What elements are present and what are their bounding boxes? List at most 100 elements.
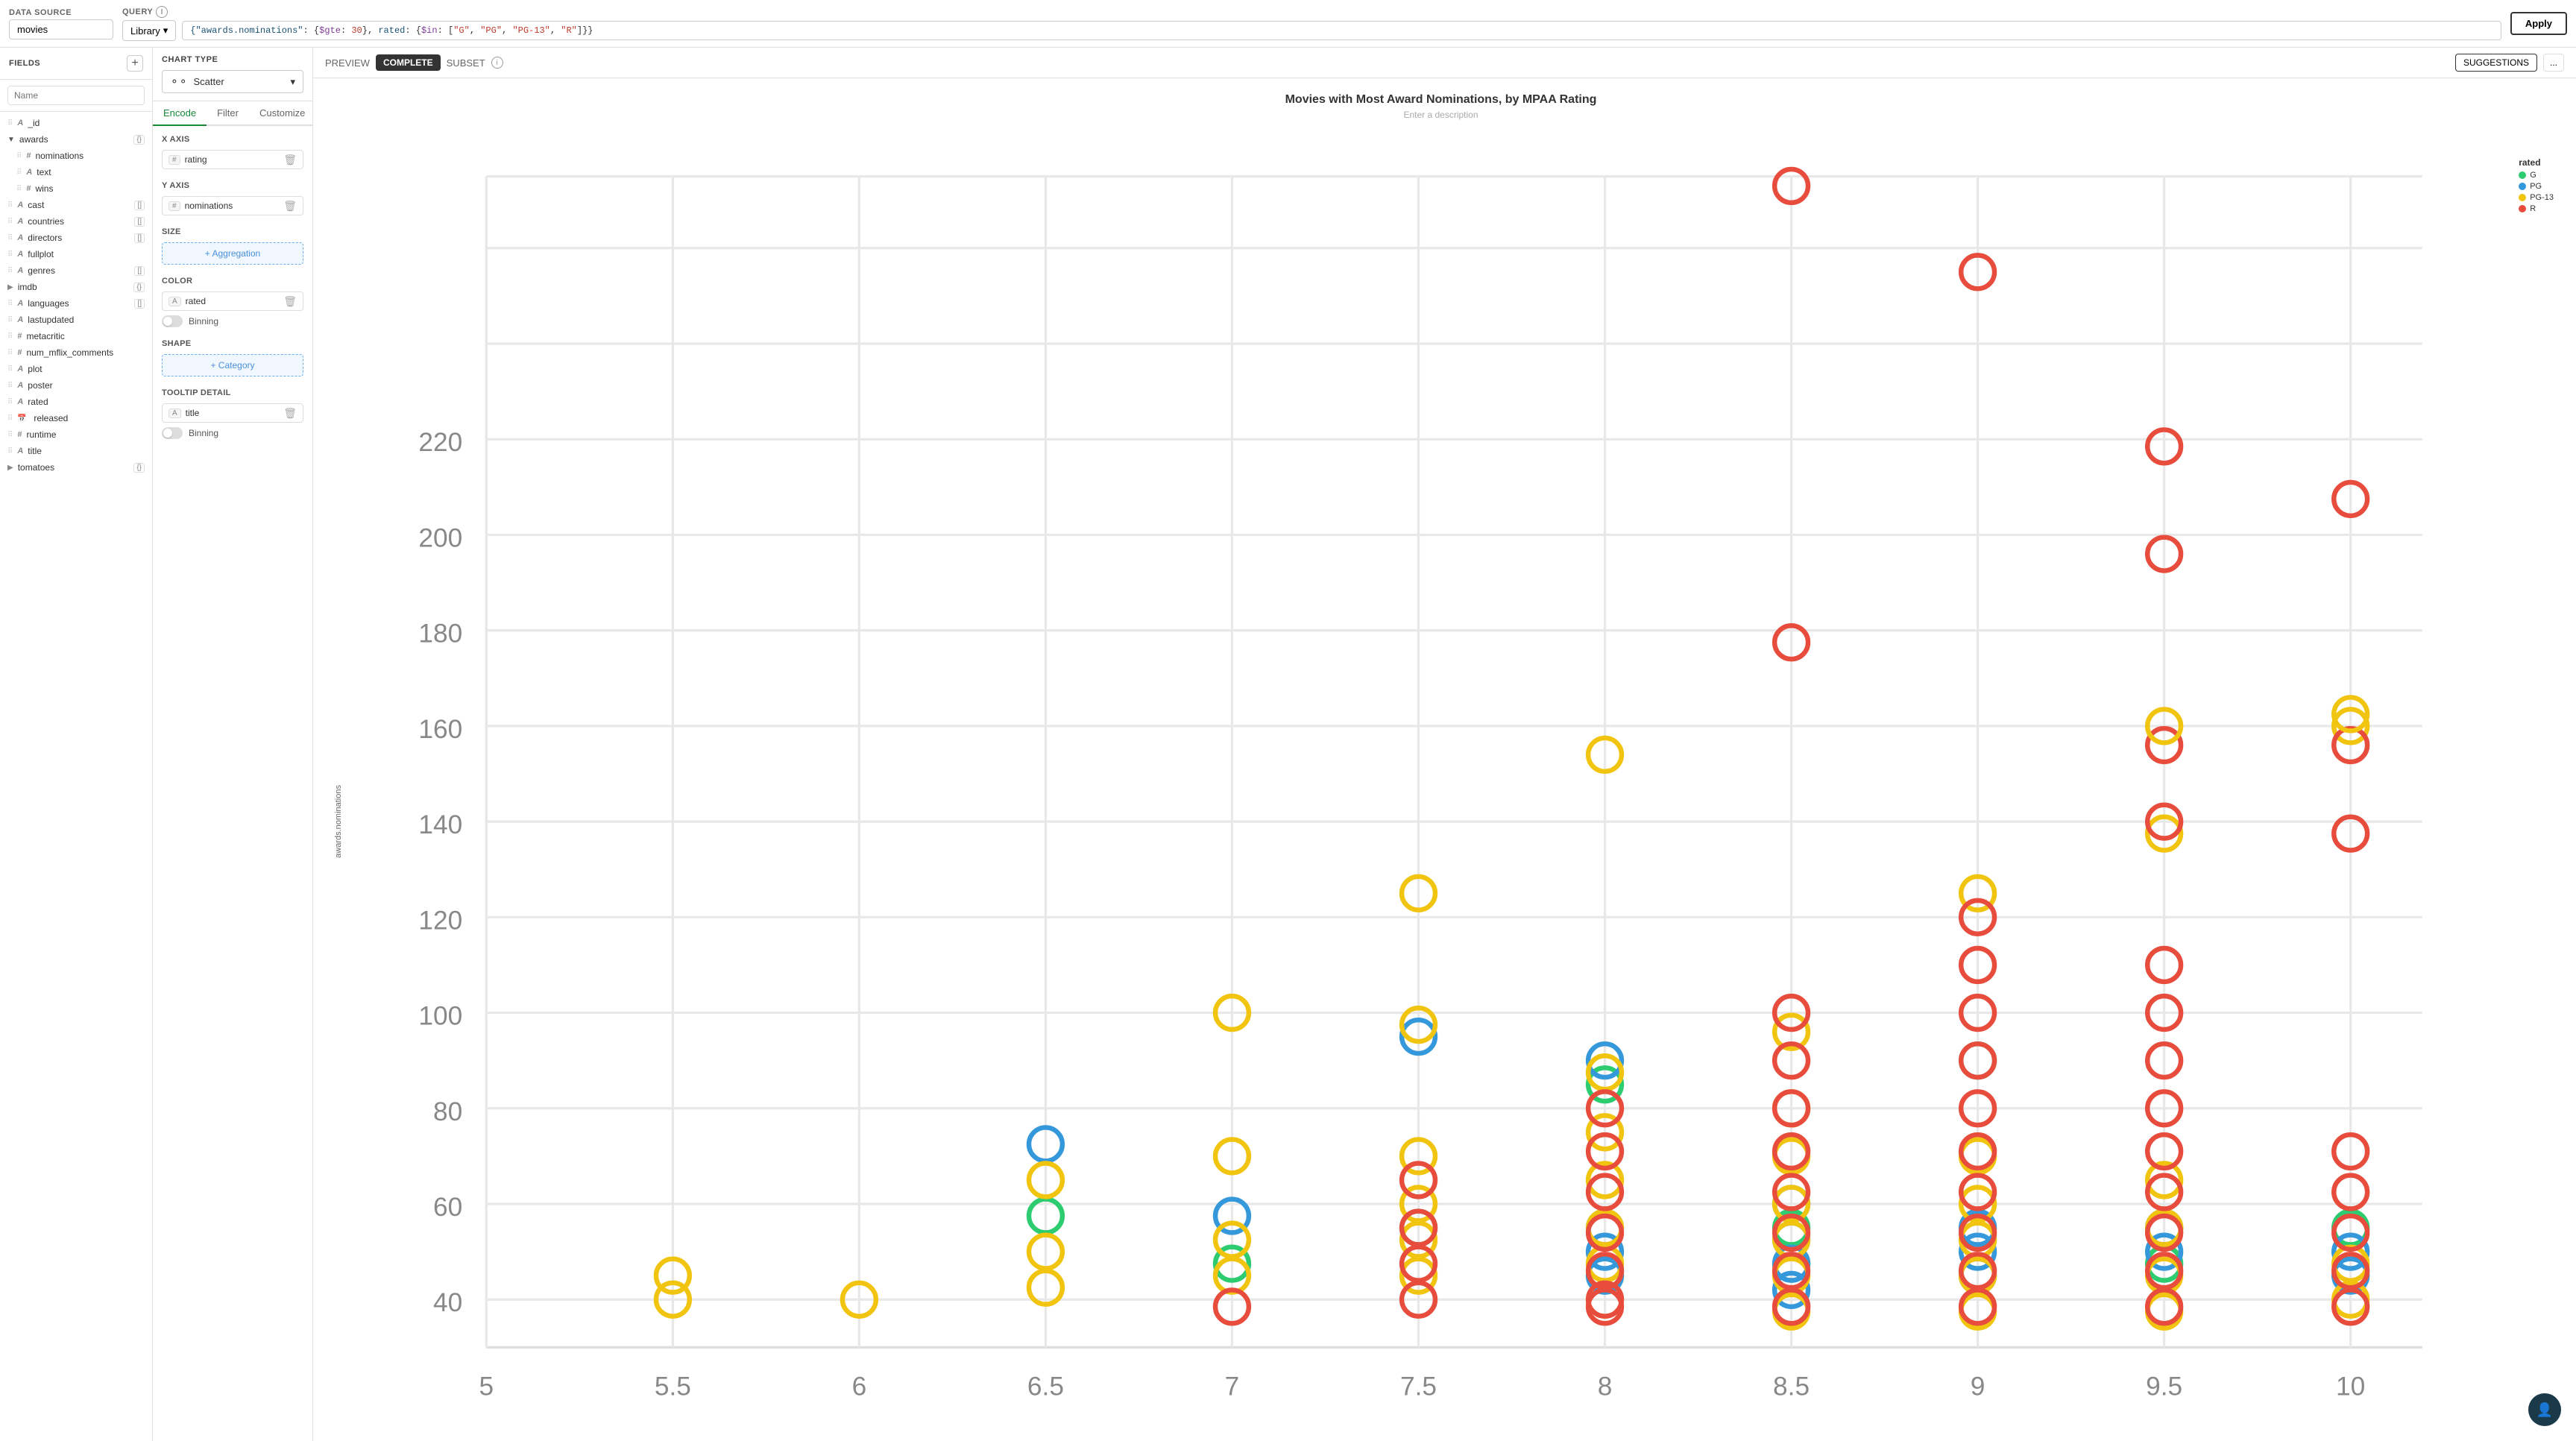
field-name: wins [35,183,145,194]
toggle-knob [163,429,172,438]
field-name: released [34,413,145,423]
size-label: Size [162,227,303,236]
more-button[interactable]: ... [2543,54,2564,72]
chart-title: Movies with Most Award Nominations, by M… [1285,93,1597,107]
shape-section: Shape + Category [162,339,303,376]
field-type-icon: # [26,184,31,193]
tooltip-remove-button[interactable]: 🗑 [283,408,297,418]
color-binning-label: Binning [189,316,218,327]
svg-text:7.5: 7.5 [1400,1372,1437,1401]
field-item-rated[interactable]: ⠿ A rated [0,394,152,410]
suggestions-button[interactable]: SUGGESTIONS [2455,54,2537,72]
field-item-languages[interactable]: ⠿ A languages [] [0,295,152,312]
data-source-section: Data Source [9,8,113,40]
chart-type-selector[interactable]: ⚬⚬ Scatter ▾ [162,70,303,93]
field-type-icon: # [26,151,31,160]
field-item-metacritic[interactable]: ⠿ # metacritic [0,328,152,344]
add-field-button[interactable]: + [127,55,143,72]
fields-search-input[interactable] [7,86,145,105]
top-bar: Data Source Query i Library ▾ {"awards.n… [0,0,2576,48]
field-item-countries[interactable]: ⠿ A countries [] [0,213,152,230]
svg-text:40: 40 [433,1288,462,1317]
legend-label-g: G [2530,171,2536,180]
tab-encode[interactable]: Encode [153,101,207,126]
add-aggregation-button[interactable]: + Aggregation [162,242,303,265]
svg-text:100: 100 [418,1002,462,1031]
field-item-text[interactable]: ⠿ A text [9,164,152,180]
field-item-id[interactable]: ⠿ A _id [0,115,152,131]
fields-panel: FIELDS + ⠿ A _id ▼ awards {} ⠿ [0,48,153,1441]
data-source-input[interactable] [9,19,113,40]
field-group-tomatoes[interactable]: ▶ tomatoes {} [0,459,152,476]
field-item-title[interactable]: ⠿ A title [0,443,152,459]
svg-text:6.5: 6.5 [1027,1372,1064,1401]
field-name: text [37,167,145,177]
y-axis-remove-button[interactable]: 🗑 [283,201,297,211]
query-row: Library ▾ {"awards.nominations": {$gte: … [122,20,2501,41]
avatar-button[interactable]: 👤 [2528,1393,2561,1426]
tooltip-field-name: title [186,408,280,418]
field-item-plot[interactable]: ⠿ A plot [0,361,152,377]
field-item-num-mflix[interactable]: ⠿ # num_mflix_comments [0,344,152,361]
field-name: tomatoes [18,462,130,473]
field-item-cast[interactable]: ⠿ A cast [] [0,197,152,213]
field-name: metacritic [26,331,145,341]
field-item-lastupdated[interactable]: ⠿ A lastupdated [0,312,152,328]
toggle-knob [163,317,172,326]
field-badge: [] [134,233,145,243]
field-item-released[interactable]: ⠿ 📅 released [0,410,152,426]
svg-text:5: 5 [479,1372,494,1401]
subset-label[interactable]: SUBSET [447,57,485,69]
query-info-icon[interactable]: i [156,6,168,18]
chart-legend: rated G PG PG-13 [2519,157,2554,215]
library-button[interactable]: Library ▾ [122,20,176,41]
field-item-poster[interactable]: ⠿ A poster [0,377,152,394]
fields-title: FIELDS [9,59,40,68]
color-field-pill: A rated 🗑 [162,291,303,311]
field-group-awards[interactable]: ▼ awards {} [0,131,152,148]
tab-customize[interactable]: Customize [249,101,313,126]
field-type-icon: # [17,332,22,341]
drag-handle: ⠿ [7,382,13,390]
tooltip-binning-toggle[interactable] [162,427,183,439]
field-item-wins[interactable]: ⠿ # wins [9,180,152,197]
field-arrow-icon: ▶ [7,464,13,472]
field-item-nominations[interactable]: ⠿ # nominations [9,148,152,164]
color-remove-button[interactable]: 🗑 [283,296,297,306]
preview-label[interactable]: PREVIEW [325,57,370,69]
chart-info-icon[interactable]: i [491,57,503,69]
drag-handle: ⠿ [7,414,13,423]
chevron-down-icon: ▾ [290,76,295,88]
query-section: Query i Library ▾ {"awards.nominations":… [122,6,2501,41]
color-binning-row: Binning [162,315,303,327]
add-category-button[interactable]: + Category [162,354,303,376]
complete-badge[interactable]: COMPLETE [376,54,441,71]
field-badge: {} [133,283,145,292]
drag-handle: ⠿ [7,250,13,259]
x-axis-remove-button[interactable]: 🗑 [283,154,297,165]
avatar-icon: 👤 [2536,1402,2553,1418]
x-axis-section: X Axis # rating 🗑 [162,135,303,169]
field-badge: [] [134,266,145,276]
color-binning-toggle[interactable] [162,315,183,327]
field-name: _id [28,118,145,128]
field-badge: [] [134,217,145,227]
field-name: num_mflix_comments [26,347,145,358]
field-group-imdb[interactable]: ▶ imdb {} [0,279,152,295]
apply-button[interactable]: Apply [2510,12,2567,35]
svg-text:9.5: 9.5 [2146,1372,2182,1401]
data-source-label: Data Source [9,8,113,17]
field-item-directors[interactable]: ⠿ A directors [] [0,230,152,246]
query-input[interactable]: {"awards.nominations": {$gte: 30}, rated… [182,21,2501,40]
field-item-genres[interactable]: ⠿ A genres [] [0,262,152,279]
field-type-icon: A [17,233,23,242]
field-item-fullplot[interactable]: ⠿ A fullplot [0,246,152,262]
drag-handle: ⠿ [7,398,13,406]
chart-description[interactable]: Enter a description [1403,110,1478,120]
field-type-icon: A [17,315,23,324]
tooltip-field-pill: A title 🗑 [162,403,303,423]
y-axis-field-pill: # nominations 🗑 [162,196,303,215]
field-item-runtime[interactable]: ⠿ # runtime [0,426,152,443]
tab-filter[interactable]: Filter [207,101,249,126]
svg-text:9: 9 [1971,1372,1985,1401]
